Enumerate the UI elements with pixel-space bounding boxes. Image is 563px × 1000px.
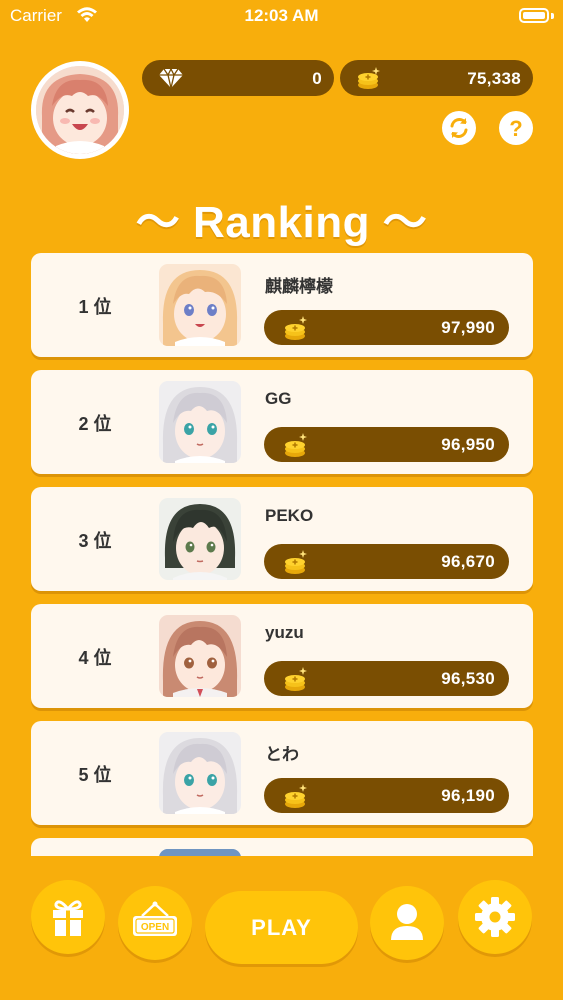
play-button[interactable]: PLAY xyxy=(205,891,358,964)
rank-label: 3 位 xyxy=(78,531,112,551)
player-name: GG xyxy=(265,389,292,408)
rank-label: 5 位 xyxy=(78,765,112,785)
coin-stack-icon xyxy=(358,67,380,89)
gift-button[interactable] xyxy=(31,880,105,954)
score-pill: 96,530 xyxy=(264,661,509,696)
player-portrait xyxy=(159,381,241,463)
refresh-button[interactable] xyxy=(442,111,476,145)
player-name: 麒麟檸檬 xyxy=(265,277,333,296)
player-portrait xyxy=(159,849,241,856)
player-portrait xyxy=(159,732,241,814)
diamond-icon xyxy=(159,67,183,89)
player-thumbnail xyxy=(159,732,241,814)
coin-stack-icon xyxy=(285,784,307,808)
gem-balance: 0 xyxy=(142,60,334,96)
gem-count: 0 xyxy=(312,69,322,88)
shop-button[interactable]: OPEN xyxy=(118,886,192,960)
ranking-row[interactable] xyxy=(31,838,533,856)
user-icon xyxy=(391,904,423,940)
battery-icon xyxy=(519,8,549,23)
coin-stack-icon xyxy=(285,316,307,340)
coin-count: 75,338 xyxy=(467,69,521,88)
svg-text:?: ? xyxy=(509,116,522,141)
score-pill: 96,670 xyxy=(264,544,509,579)
ranking-row[interactable]: 3 位 PEKO 96,670 xyxy=(31,487,533,591)
ranking-row[interactable]: 1 位 麒麟檸檬 97,990 xyxy=(31,253,533,357)
score-pill: 96,190 xyxy=(264,778,509,813)
settings-button[interactable] xyxy=(458,880,532,954)
status-time: 12:03 AM xyxy=(244,6,319,25)
ranking-row[interactable]: 2 位 GG 96,950 xyxy=(31,370,533,474)
page-title: ～ Ranking ～ xyxy=(135,198,428,247)
score-value: 96,670 xyxy=(441,552,495,571)
player-avatar[interactable] xyxy=(31,61,129,159)
player-portrait xyxy=(159,615,241,697)
open-sign-label: OPEN xyxy=(140,922,170,933)
help-button[interactable]: ? xyxy=(499,111,533,145)
gear-icon xyxy=(475,897,515,937)
player-thumbnail xyxy=(159,264,241,346)
player-portrait xyxy=(159,498,241,580)
ranking-list[interactable]: 1 位 麒麟檸檬 97,990 2 位 GG 96,950 3 位 PEKO 9… xyxy=(31,253,533,856)
coin-balance: 75,338 xyxy=(340,60,533,96)
coin-stack-icon xyxy=(285,433,307,457)
player-name: yuzu xyxy=(265,623,304,642)
gift-icon xyxy=(53,900,83,936)
status-bar: Carrier 12:03 AM xyxy=(0,0,563,34)
player-thumbnail xyxy=(159,381,241,463)
coin-stack-icon xyxy=(285,550,307,574)
rank-label: 4 位 xyxy=(78,648,112,668)
score-value: 97,990 xyxy=(441,318,495,337)
score-value: 96,530 xyxy=(441,669,495,688)
score-value: 96,190 xyxy=(441,786,495,805)
ranking-row[interactable]: 4 位 yuzu 96,530 xyxy=(31,604,533,708)
player-name: とわ xyxy=(265,745,299,764)
question-icon: ? xyxy=(509,116,522,141)
player-portrait xyxy=(159,264,241,346)
battery-tip xyxy=(551,13,554,19)
play-label: PLAY xyxy=(251,915,312,940)
avatar-illustration xyxy=(36,66,124,154)
player-thumbnail xyxy=(159,498,241,580)
refresh-icon xyxy=(450,118,468,138)
player-thumbnail xyxy=(159,849,241,856)
score-pill: 96,950 xyxy=(264,427,509,462)
score-pill: 97,990 xyxy=(264,310,509,345)
rank-label: 2 位 xyxy=(78,414,112,434)
player-thumbnail xyxy=(159,615,241,697)
coin-stack-icon xyxy=(285,667,307,691)
profile-button[interactable] xyxy=(370,886,444,960)
score-value: 96,950 xyxy=(441,435,495,454)
rank-label: 1 位 xyxy=(78,297,112,317)
player-name: PEKO xyxy=(265,506,314,525)
ranking-row[interactable]: 5 位 とわ 96,190 xyxy=(31,721,533,825)
